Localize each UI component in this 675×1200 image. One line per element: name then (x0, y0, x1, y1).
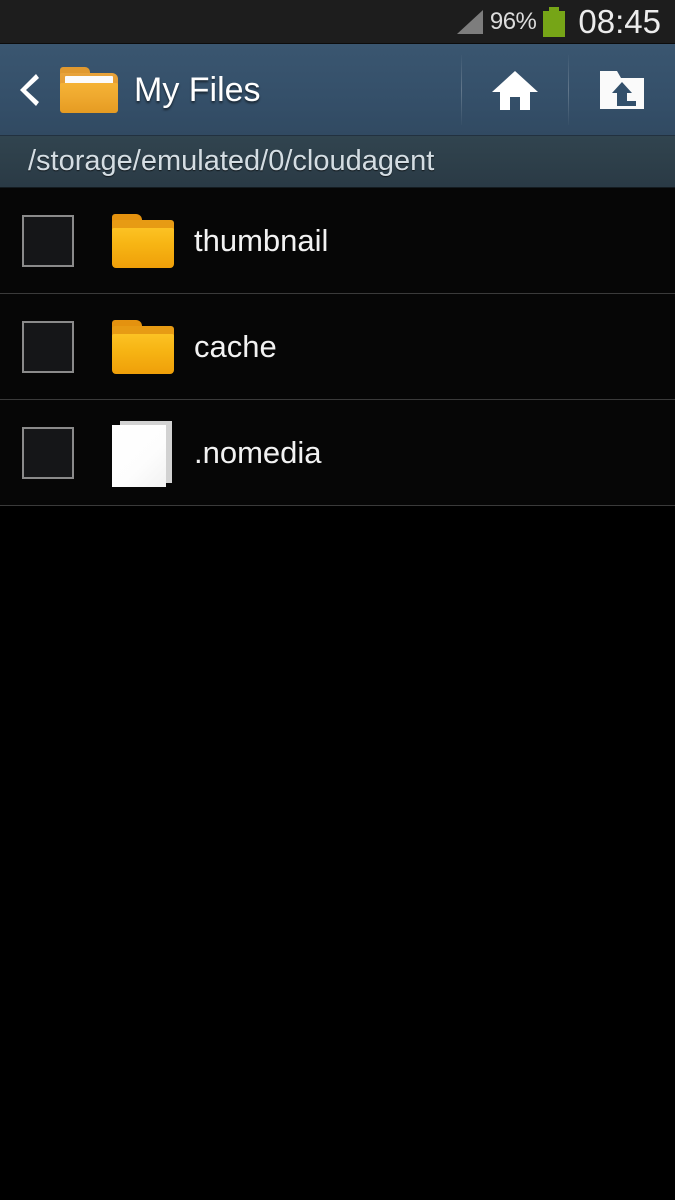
page-title: My Files (134, 70, 261, 109)
folder-up-icon (600, 70, 644, 109)
row-icon-cell (96, 213, 190, 268)
status-bar-icons: 96% 08:45 (454, 5, 661, 38)
status-bar-clock: 08:45 (578, 3, 661, 40)
row-checkbox-cell[interactable] (0, 320, 96, 373)
current-path-label: /storage/emulated/0/cloudagent (28, 145, 435, 177)
file-list: thumbnail cache .nomedia (0, 188, 675, 506)
battery-full-icon (543, 6, 566, 37)
signal-triangle-icon (456, 9, 483, 34)
title-bar: My Files (0, 44, 675, 136)
folder-icon (112, 319, 174, 374)
folder-icon (112, 213, 174, 268)
row-checkbox[interactable] (22, 214, 74, 267)
status-bar: 96% 08:45 (0, 0, 675, 44)
row-checkbox[interactable] (22, 320, 74, 373)
row-icon-cell (96, 319, 190, 374)
row-checkbox[interactable] (22, 426, 74, 479)
home-icon (492, 70, 538, 110)
row-icon-cell (96, 420, 190, 487)
list-item[interactable]: cache (0, 294, 675, 400)
list-item[interactable]: .nomedia (0, 400, 675, 506)
list-item-label: .nomedia (194, 435, 322, 470)
open-folder-icon (60, 66, 118, 113)
back-chevron-icon (20, 73, 39, 106)
list-item-label: thumbnail (194, 223, 329, 258)
row-checkbox-cell[interactable] (0, 426, 96, 479)
back-button[interactable] (0, 44, 56, 136)
row-checkbox-cell[interactable] (0, 214, 96, 267)
parent-folder-button[interactable] (569, 44, 675, 136)
file-icon (112, 420, 174, 487)
path-bar[interactable]: /storage/emulated/0/cloudagent (0, 136, 675, 188)
home-button[interactable] (462, 44, 568, 136)
phone-screen: 96% 08:45 My Files /storage/emulated/0/c… (0, 0, 675, 1200)
list-item[interactable]: thumbnail (0, 188, 675, 294)
battery-percent-label: 96% (489, 7, 537, 35)
list-item-label: cache (194, 329, 277, 364)
